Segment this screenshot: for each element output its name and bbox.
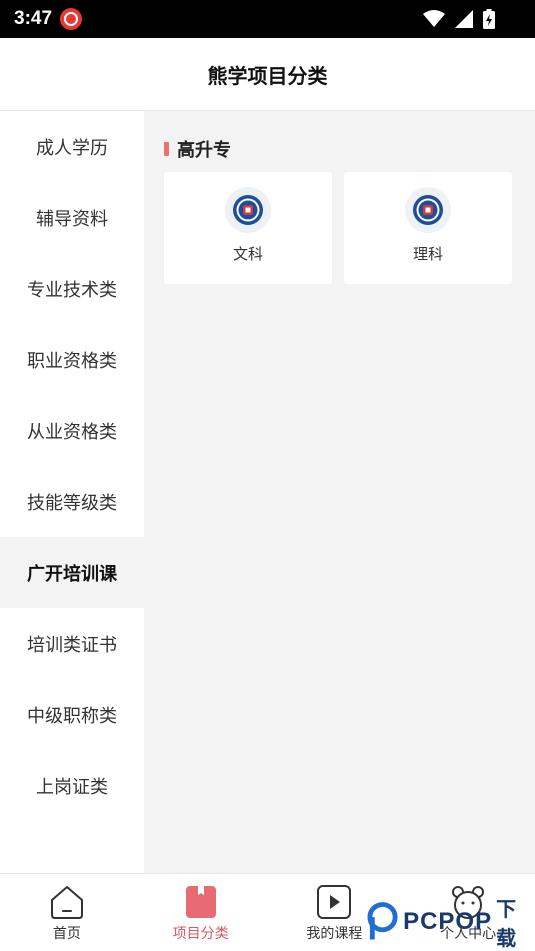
bear-icon [452,886,485,919]
home-icon [50,886,83,919]
battery-charging-icon [483,9,495,29]
sidebar-item-intermediate-title[interactable]: 中级职称类 [0,679,144,750]
card-label: 理科 [412,245,443,263]
status-right [423,9,495,29]
tab-label: 项目分类 [172,926,229,942]
bookmark-icon [185,886,216,918]
tab-label: 首页 [52,926,81,942]
sidebar-item-guangkai-training[interactable]: 广开培训课 [0,537,144,608]
tab-categories[interactable]: 项目分类 [134,874,268,949]
status-time: 3:47 [14,8,53,29]
sidebar-item-adult-education[interactable]: 成人学历 [0,111,144,182]
section-accent-bar [164,142,169,156]
category-sidebar: 成人学历 辅导资料 专业技术类 职业资格类 从业资格类 技能等级类 广开培训课 … [0,111,144,873]
app-notification-icon [60,8,83,30]
category-content: 高升专 文科 理科 [144,111,535,873]
tab-label: 我的课程 [306,926,363,942]
card-liberal-arts[interactable]: 文科 [164,172,332,284]
sidebar-item-skill-level[interactable]: 技能等级类 [0,466,144,537]
card-label: 文科 [232,245,263,263]
sidebar-item-practice-qualification[interactable]: 从业资格类 [0,395,144,466]
header: 熊学项目分类 [0,38,535,111]
sidebar-item-job-certificate[interactable]: 上岗证类 [0,750,144,821]
status-left: 3:47 [14,8,83,30]
page-title: 熊学项目分类 [207,63,328,88]
play-icon [317,885,352,919]
tab-profile[interactable]: 个人中心 [401,874,535,949]
sidebar-item-training-certificate[interactable]: 培训类证书 [0,608,144,679]
bottom-tab-bar: 首页 项目分类 我的课程 个人中心 [0,873,535,949]
signal-icon [455,10,473,28]
card-science[interactable]: 理科 [344,172,512,284]
school-logo-icon [225,187,271,233]
section-title: 高升专 [177,140,231,161]
wifi-icon [423,10,445,27]
school-logo-icon [405,187,451,233]
section-header: 高升专 [164,136,231,162]
sidebar-item-study-materials[interactable]: 辅导资料 [0,182,144,253]
tab-home[interactable]: 首页 [0,874,134,949]
sidebar-item-professional-technical[interactable]: 专业技术类 [0,253,144,324]
tab-my-courses[interactable]: 我的课程 [268,874,402,949]
sidebar-item-vocational-qualification[interactable]: 职业资格类 [0,324,144,395]
tab-label: 个人中心 [440,926,497,942]
status-bar: 3:47 [0,0,535,38]
